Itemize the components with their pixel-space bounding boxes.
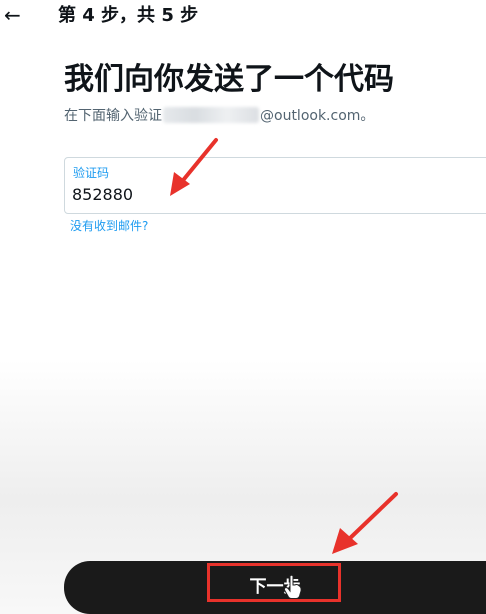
subtitle-suffix: @outlook.com。 (260, 108, 375, 124)
hand-cursor-icon (283, 574, 302, 599)
verification-code-field[interactable]: 验证码 (64, 157, 486, 214)
page-title: 我们向你发送了一个代码 (64, 62, 394, 97)
step-indicator: 第 4 步，共 5 步 (58, 5, 199, 26)
annotation-arrow-icon (170, 138, 218, 196)
resend-email-link[interactable]: 没有收到邮件? (70, 217, 148, 235)
annotation-highlight-box (207, 563, 341, 602)
verification-code-label: 验证码 (73, 166, 110, 180)
annotation-arrow-icon (332, 492, 398, 554)
subtitle-prefix: 在下面输入验证 (64, 108, 162, 124)
back-arrow-icon[interactable]: ← (4, 2, 21, 28)
subtitle: 在下面输入验证 @outlook.com。 (64, 106, 374, 126)
top-bar: ← 第 4 步，共 5 步 (0, 0, 486, 36)
verification-code-input[interactable] (72, 184, 472, 206)
redacted-email (163, 107, 259, 123)
